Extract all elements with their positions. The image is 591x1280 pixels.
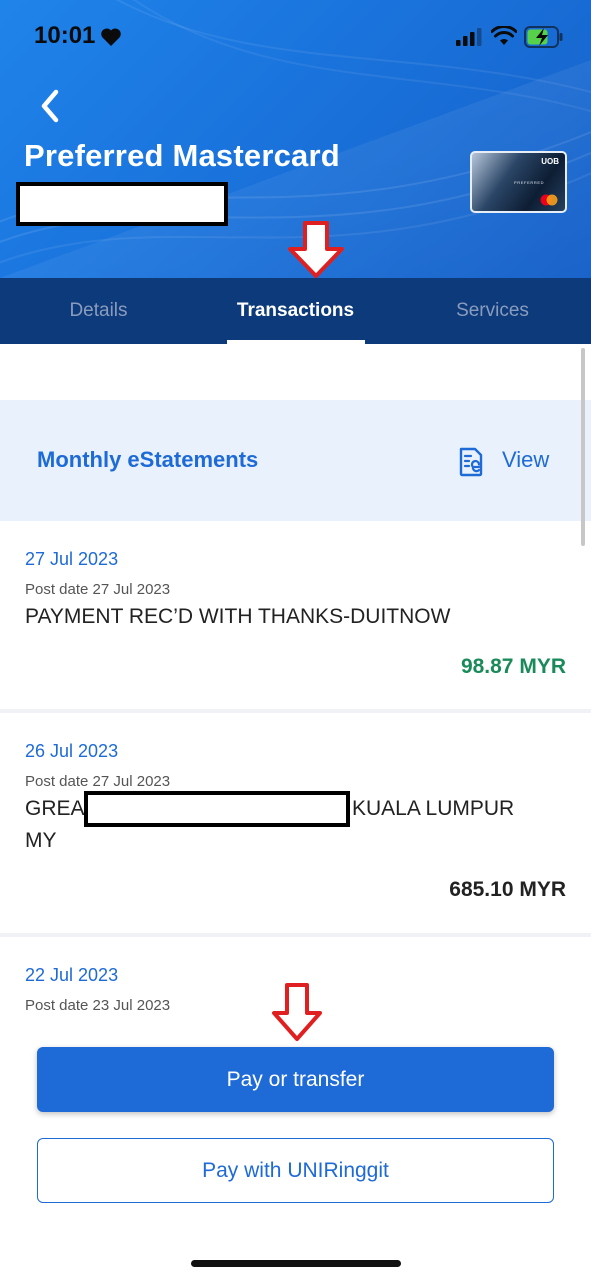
transaction-amount: 98.87 MYR	[460, 655, 566, 678]
card-tier-label: PREFERRED	[514, 180, 545, 185]
transaction-post-date: Post date 27 Jul 2023	[25, 773, 171, 790]
transaction-post-date: Post date 23 Jul 2023	[25, 997, 171, 1014]
annotation-arrow-icon	[272, 983, 322, 1041]
battery-charging-icon	[524, 26, 563, 48]
transaction-post-date: Post date 27 Jul 2023	[25, 581, 171, 598]
status-bar: 10:01	[0, 0, 591, 76]
estatement-label: Monthly eStatements	[37, 447, 259, 472]
wifi-icon	[491, 26, 517, 45]
back-button[interactable]	[34, 86, 68, 126]
card-number-redaction	[16, 182, 228, 226]
tab-details[interactable]: Details	[0, 278, 197, 344]
tab-bar: Details Transactions Services	[0, 278, 591, 344]
heart-icon	[101, 28, 121, 46]
transaction-date: 26 Jul 2023	[25, 741, 119, 761]
active-tab-indicator	[227, 340, 365, 344]
transaction-amount: 685.10 MYR	[449, 878, 566, 901]
home-indicator	[191, 1260, 401, 1267]
status-time: 10:01	[34, 22, 96, 49]
transaction-date: 22 Jul 2023	[25, 965, 119, 985]
mastercard-logo-icon	[540, 194, 558, 206]
transaction-date: 27 Jul 2023	[25, 549, 119, 569]
page-title: Preferred Mastercard	[24, 138, 340, 173]
annotation-arrow-icon	[288, 221, 344, 278]
tab-services[interactable]: Services	[394, 278, 591, 344]
tab-transactions[interactable]: Transactions	[197, 278, 394, 344]
view-estatement-link[interactable]: View	[502, 447, 549, 473]
card-thumbnail: UOB PREFERRED	[470, 151, 567, 213]
scrollbar[interactable]	[581, 348, 585, 546]
transaction-description: PAYMENT REC’D WITH THANKS-DUITNOW	[25, 605, 451, 628]
transaction-description-end: KUALA LUMPUR	[352, 797, 515, 820]
cellular-signal-icon	[456, 28, 482, 46]
pay-or-transfer-button[interactable]: Pay or transfer	[37, 1047, 554, 1112]
document-e-icon[interactable]	[458, 447, 484, 477]
merchant-name-redaction	[84, 791, 350, 827]
card-header: 10:01 Preferred Mastercard UOB PREFERRED	[0, 0, 591, 278]
pay-with-uniringgit-button[interactable]: Pay with UNIRinggit	[37, 1138, 554, 1203]
transaction-description-line2: MY	[25, 829, 57, 852]
card-brand-label: UOB	[541, 157, 559, 166]
